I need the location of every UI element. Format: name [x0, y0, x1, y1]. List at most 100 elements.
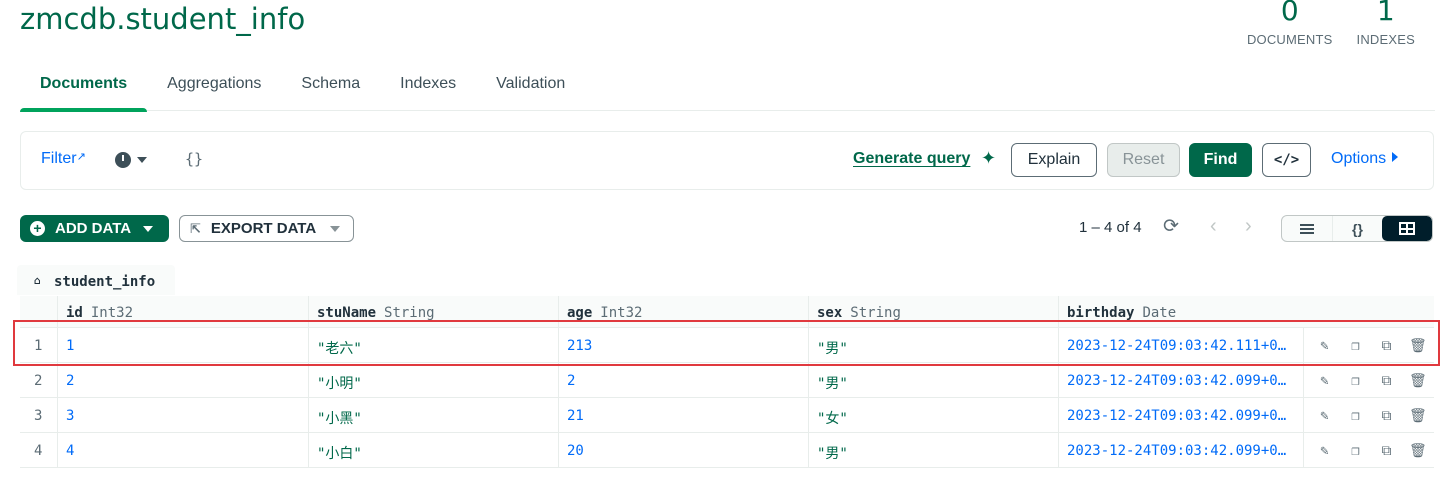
table-row[interactable]: 4 4 "小白" 20 "男" 2023-12-24T09:03:42.099+… [20, 433, 1434, 468]
previous-page-icon[interactable]: ‹ [1210, 215, 1217, 238]
chevron-down-icon[interactable] [137, 157, 147, 163]
copy-icon[interactable]: ❐ [1347, 408, 1364, 424]
trash-icon[interactable]: 🗑 [1409, 408, 1427, 424]
curly-braces-icon: {} [1352, 220, 1363, 237]
cell-sex[interactable]: "男" [808, 433, 1058, 468]
find-button[interactable]: Find [1189, 143, 1252, 177]
row-index: 3 [34, 408, 43, 424]
caret-right-icon [1392, 152, 1399, 162]
cell-birthday[interactable]: 2023-12-24T09:03:42.111+0… [1058, 328, 1303, 363]
export-data-label: EXPORT DATA [210, 220, 317, 237]
column-type: Date [1142, 305, 1177, 321]
table-row[interactable]: 2 2 "小明" 2 "男" 2023-12-24T09:03:42.099+0… [20, 363, 1434, 398]
copy-icon[interactable]: ❐ [1347, 338, 1364, 354]
table-header: id Int32 stuName String age Int32 sex String… [20, 296, 1434, 328]
cell-stuname[interactable]: "小明" [308, 363, 558, 398]
tab-aggregations[interactable]: Aggregations [147, 60, 281, 111]
generate-query-link[interactable]: Generate query [853, 150, 970, 168]
cell-stuname[interactable]: "老六" [308, 328, 558, 363]
cell-stuname[interactable]: "小黑" [308, 398, 558, 433]
tab-schema[interactable]: Schema [281, 60, 380, 111]
explain-button[interactable]: Explain [1011, 143, 1097, 177]
json-view-button[interactable]: {} [1331, 216, 1383, 241]
table-view-button[interactable] [1382, 216, 1432, 241]
row-actions: ✎ ❐ ⧉ 🗑 [1303, 398, 1434, 433]
collection-tabs: Documents Aggregations Schema Indexes Va… [20, 60, 1435, 112]
clone-icon[interactable]: ⧉ [1378, 443, 1395, 459]
clone-icon[interactable]: ⧉ [1378, 373, 1395, 389]
open-code-button[interactable]: </> [1262, 143, 1311, 177]
row-index: 4 [34, 443, 43, 459]
cell-id[interactable]: 2 [57, 363, 308, 398]
cell-sex[interactable]: "男" [808, 363, 1058, 398]
export-data-button[interactable]: ⇱ EXPORT DATA [179, 215, 354, 242]
cell-sex[interactable]: "男" [808, 328, 1058, 363]
edit-icon[interactable]: ✎ [1316, 373, 1333, 389]
cell-age[interactable]: 2 [558, 363, 808, 398]
trash-icon[interactable]: 🗑 [1409, 338, 1427, 354]
tab-indexes[interactable]: Indexes [380, 60, 476, 111]
options-toggle[interactable]: Options [1331, 150, 1399, 168]
documents-count: 0 [1280, 0, 1299, 27]
column-header-sex[interactable]: sex String [808, 296, 1058, 328]
cell-stuname[interactable]: "小白" [308, 433, 558, 468]
column-type: Int32 [90, 305, 134, 321]
table-icon [1399, 222, 1416, 235]
cell-id[interactable]: 4 [57, 433, 308, 468]
refresh-icon[interactable]: ⟳ [1163, 215, 1179, 238]
column-header-birthday[interactable]: birthday Date [1058, 296, 1303, 328]
cell-id[interactable]: 1 [57, 328, 308, 363]
edit-icon[interactable]: ✎ [1316, 408, 1333, 424]
chevron-down-icon [330, 225, 341, 232]
options-label[interactable]: Options [1331, 150, 1386, 167]
row-actions: ✎ ❐ ⧉ 🗑 [1303, 328, 1434, 363]
trash-icon[interactable]: 🗑 [1409, 443, 1427, 459]
column-type: Int32 [600, 305, 643, 321]
filter-label[interactable]: Filter [41, 150, 77, 167]
cell-birthday[interactable]: 2023-12-24T09:03:42.099+0… [1058, 363, 1303, 398]
export-icon: ⇱ [190, 220, 201, 236]
collection-stats: 0 DOCUMENTS 1 INDEXES [1247, 0, 1415, 47]
cell-birthday[interactable]: 2023-12-24T09:03:42.099+0… [1058, 398, 1303, 433]
add-data-label: ADD DATA [55, 220, 132, 237]
copy-icon[interactable]: ❐ [1347, 443, 1364, 459]
edit-icon[interactable]: ✎ [1316, 338, 1333, 354]
reset-button[interactable]: Reset [1107, 143, 1180, 177]
documents-stat: 0 DOCUMENTS [1247, 0, 1333, 47]
next-page-icon[interactable]: › [1245, 215, 1252, 238]
view-switcher: {} [1281, 215, 1433, 242]
column-header-id[interactable]: id Int32 [57, 296, 308, 328]
cell-id[interactable]: 3 [57, 398, 308, 433]
filter-link[interactable]: Filter↗ [41, 150, 86, 168]
cell-age[interactable]: 20 [558, 433, 808, 468]
tab-validation[interactable]: Validation [476, 60, 585, 111]
list-view-button[interactable] [1282, 216, 1332, 241]
collection-title: zmcdb.student_info [20, 2, 306, 36]
cell-age[interactable]: 213 [558, 328, 808, 363]
cell-birthday[interactable]: 2023-12-24T09:03:42.099+0… [1058, 433, 1303, 468]
table-row[interactable]: 1 1 "老六" 213 "男" 2023-12-24T09:03:42.111… [20, 328, 1434, 363]
clone-icon[interactable]: ⧉ [1378, 338, 1395, 354]
column-name: id [66, 305, 83, 321]
tab-documents[interactable]: Documents [20, 60, 148, 112]
indexes-stat: 1 INDEXES [1357, 0, 1415, 47]
clone-icon[interactable]: ⧉ [1378, 408, 1395, 424]
add-data-button[interactable]: + ADD DATA [20, 215, 169, 242]
edit-icon[interactable]: ✎ [1316, 443, 1333, 459]
indexes-label: INDEXES [1356, 32, 1415, 47]
breadcrumb-tab[interactable]: ⌂ student_info [17, 265, 175, 295]
trash-icon[interactable]: 🗑 [1409, 373, 1427, 389]
plus-icon: + [30, 221, 45, 236]
table-row[interactable]: 3 3 "小黑" 21 "女" 2023-12-24T09:03:42.099+… [20, 398, 1434, 433]
query-input[interactable]: {} [185, 150, 203, 168]
column-header-stuname[interactable]: stuName String [308, 296, 558, 328]
cell-age[interactable]: 21 [558, 398, 808, 433]
copy-icon[interactable]: ❐ [1347, 373, 1364, 389]
column-header-age[interactable]: age Int32 [558, 296, 808, 328]
query-history-icon[interactable] [115, 152, 131, 168]
query-bar: Filter↗ {} Generate query ✦ Explain Rese… [20, 131, 1434, 190]
list-icon [1299, 222, 1314, 236]
breadcrumb-collection: student_info [54, 274, 156, 290]
row-actions: ✎ ❐ ⧉ 🗑 [1303, 363, 1434, 398]
cell-sex[interactable]: "女" [808, 398, 1058, 433]
